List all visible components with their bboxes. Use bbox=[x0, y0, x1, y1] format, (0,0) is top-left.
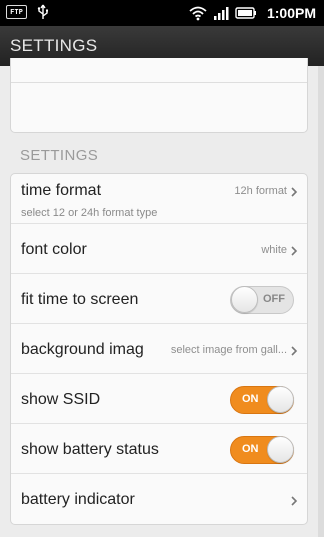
setting-font-color[interactable]: font color white bbox=[11, 224, 307, 274]
setting-title: battery indicator bbox=[21, 491, 135, 508]
toggle-knob bbox=[231, 286, 258, 313]
toggle-label: ON bbox=[242, 393, 259, 405]
page-title: SETTINGS bbox=[10, 36, 98, 55]
setting-title: show battery status bbox=[21, 441, 159, 458]
show-battery-toggle[interactable]: ON bbox=[230, 436, 294, 464]
section-header: SETTINGS bbox=[20, 147, 99, 164]
ftp-icon: FTP bbox=[6, 5, 27, 19]
setting-value: white bbox=[261, 244, 287, 256]
setting-value: 12h format bbox=[234, 185, 287, 197]
setting-background-image[interactable]: background image select image from gall.… bbox=[11, 324, 307, 374]
setting-title: fit time to screen bbox=[21, 291, 139, 308]
toggle-label: OFF bbox=[263, 293, 285, 305]
status-bar: FTP 1:00PM bbox=[0, 0, 324, 26]
settings-list: time format select 12 or 24h format type… bbox=[10, 173, 308, 525]
setting-subtitle: select 12 or 24h format type bbox=[21, 207, 158, 219]
scroll-edge bbox=[318, 66, 324, 537]
setting-show-battery-status[interactable]: show battery status ON bbox=[11, 424, 307, 474]
signal-icon bbox=[213, 7, 229, 20]
divider bbox=[11, 82, 307, 83]
setting-title: time format bbox=[21, 182, 102, 199]
setting-title: background image bbox=[21, 341, 143, 358]
usb-icon bbox=[37, 4, 48, 19]
chevron-right-icon bbox=[291, 246, 298, 256]
show-ssid-toggle[interactable]: ON bbox=[230, 386, 294, 414]
chevron-right-icon bbox=[291, 346, 298, 356]
chevron-right-icon bbox=[291, 496, 298, 506]
toggle-label: ON bbox=[242, 443, 259, 455]
fit-time-toggle[interactable]: OFF bbox=[230, 286, 294, 314]
chevron-right-icon bbox=[291, 187, 298, 197]
toggle-knob bbox=[267, 436, 294, 463]
wifi-icon bbox=[189, 6, 207, 21]
setting-fit-time-to-screen[interactable]: fit time to screen OFF bbox=[11, 274, 307, 324]
setting-title: show SSID bbox=[21, 391, 101, 408]
setting-time-format[interactable]: time format select 12 or 24h format type… bbox=[11, 174, 307, 224]
battery-icon bbox=[235, 7, 256, 19]
setting-show-ssid[interactable]: show SSID ON bbox=[11, 374, 307, 424]
setting-battery-indicator[interactable]: battery indicator bbox=[11, 474, 307, 524]
previous-card bbox=[10, 58, 308, 133]
clock: 1:00PM bbox=[266, 5, 316, 21]
toggle-knob bbox=[267, 386, 294, 413]
setting-value: select image from gall... bbox=[170, 344, 287, 356]
setting-title: font color bbox=[21, 241, 87, 258]
